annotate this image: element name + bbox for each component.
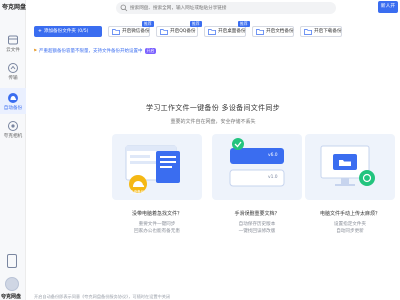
version-top-label: v6.0: [268, 153, 278, 158]
card-description: 设置指定文件夹 自动同步更新: [305, 221, 395, 235]
sidebar-item-cloud-files[interactable]: 云文件: [0, 30, 26, 56]
new-user-button[interactable]: 新人开: [378, 1, 398, 13]
folder-icon: [256, 29, 264, 35]
card-description: 重要文件一键同步 回家办公也能有备无患: [112, 221, 202, 235]
sidebar: 夸克网盘 云文件 传输 自动备份 夸克相机 夸克网盘: [0, 0, 26, 300]
app-logo[interactable]: 夸克网盘: [2, 2, 26, 11]
card-description: 自动保存历史版本 一键找回误修改版: [212, 221, 302, 235]
laptop-illustration: [125, 145, 180, 193]
card-desc-line: 重要文件一键同步: [138, 222, 176, 227]
card-desc-line: 一键找回误修改版: [238, 229, 276, 234]
card-title: 电脑文件手动上传太麻烦？: [319, 211, 380, 217]
card-desc-line: 自动同步更新: [336, 229, 364, 234]
feature-label: 开启下载备份: [314, 29, 342, 34]
card-desc-line: 自动保存历史版本: [238, 222, 276, 227]
topbar: 新人开: [26, 0, 400, 18]
feature-card-versions: v6.0 v1.0: [212, 134, 302, 200]
logo-text: 夸克网盘: [2, 4, 27, 11]
sidebar-bottom-label: 夸克网盘: [1, 294, 22, 300]
feature-card-auto-upload: [305, 134, 395, 200]
recommend-tag: 推荐: [190, 21, 202, 27]
folder-icon: [112, 29, 120, 35]
sidebar-item-label: 云文件: [6, 48, 20, 53]
card-desc-line: 设置指定文件夹: [333, 222, 367, 227]
plus-icon: +: [38, 29, 42, 34]
recommend-tag: 推荐: [142, 21, 154, 27]
feature-label: 开启文档备份: [266, 29, 294, 34]
feature-label: 开启桌面备份: [218, 29, 246, 34]
sidebar-item-label: 夸克相机: [3, 134, 23, 139]
folder-icon: [160, 29, 168, 35]
folder-icon: [208, 29, 216, 35]
recommend-tag: 推荐: [238, 21, 250, 27]
folder-icon: [304, 29, 312, 35]
avatar[interactable]: [5, 277, 19, 291]
hero-subtitle: 重要的文件自在网盘，安全存储不丢失: [170, 119, 256, 125]
transfer-icon: [8, 63, 18, 73]
add-button-label: 添加备份文件夹 (0/5): [43, 29, 89, 34]
search-input[interactable]: [130, 3, 330, 13]
card-badge: 云盘备份: [130, 190, 145, 194]
add-backup-folder-button[interactable]: + 添加备份文件夹 (0/5): [34, 26, 102, 37]
card-title: 没带电脑着急找文件？: [131, 211, 182, 217]
warning-icon: ⚑: [33, 49, 38, 54]
phone-icon[interactable]: [7, 254, 17, 268]
feature-label: 开启QQ备份: [170, 29, 196, 34]
sidebar-item-label: 传输: [8, 76, 18, 81]
sidebar-item-transfer[interactable]: 传输: [0, 58, 26, 84]
monitor-illustration: [320, 145, 375, 186]
version-bottom-label: v1.0: [268, 175, 278, 180]
card-title: 手滑误删重要文档？: [234, 211, 280, 217]
notice-open-badge[interactable]: 开启: [144, 48, 157, 54]
download-backup-button[interactable]: 开启下载备份: [300, 26, 342, 37]
version-illustration: [229, 138, 285, 187]
notice-text: 严重超额备份容量不限量，支持文件备份开始设置中: [39, 49, 143, 54]
qq-backup-button[interactable]: 开启QQ备份: [156, 26, 198, 37]
cloud-icon: [8, 35, 18, 45]
footer-agreement-text: 开启自动备份即表示同意《夸克网盘备份服务协议》，可随时在设置中关闭: [34, 294, 171, 299]
notice-banner: ⚑ 严重超额备份容量不限量，支持文件备份开始设置中 开启: [33, 48, 157, 54]
document-backup-button[interactable]: 开启文档备份: [252, 26, 294, 37]
wechat-backup-button[interactable]: 开启微信备份: [108, 26, 150, 37]
feature-card-sync: 云盘备份: [112, 134, 202, 200]
hero-title: 学习工作文件一键备份 多设备间文件同步: [146, 104, 280, 112]
search-bar[interactable]: [116, 2, 336, 14]
card-desc-line: 回家办公也能有备无患: [134, 229, 180, 234]
desktop-backup-button[interactable]: 开启桌面备份: [204, 26, 246, 37]
search-icon: [120, 4, 128, 12]
feature-label: 开启微信备份: [122, 29, 150, 34]
